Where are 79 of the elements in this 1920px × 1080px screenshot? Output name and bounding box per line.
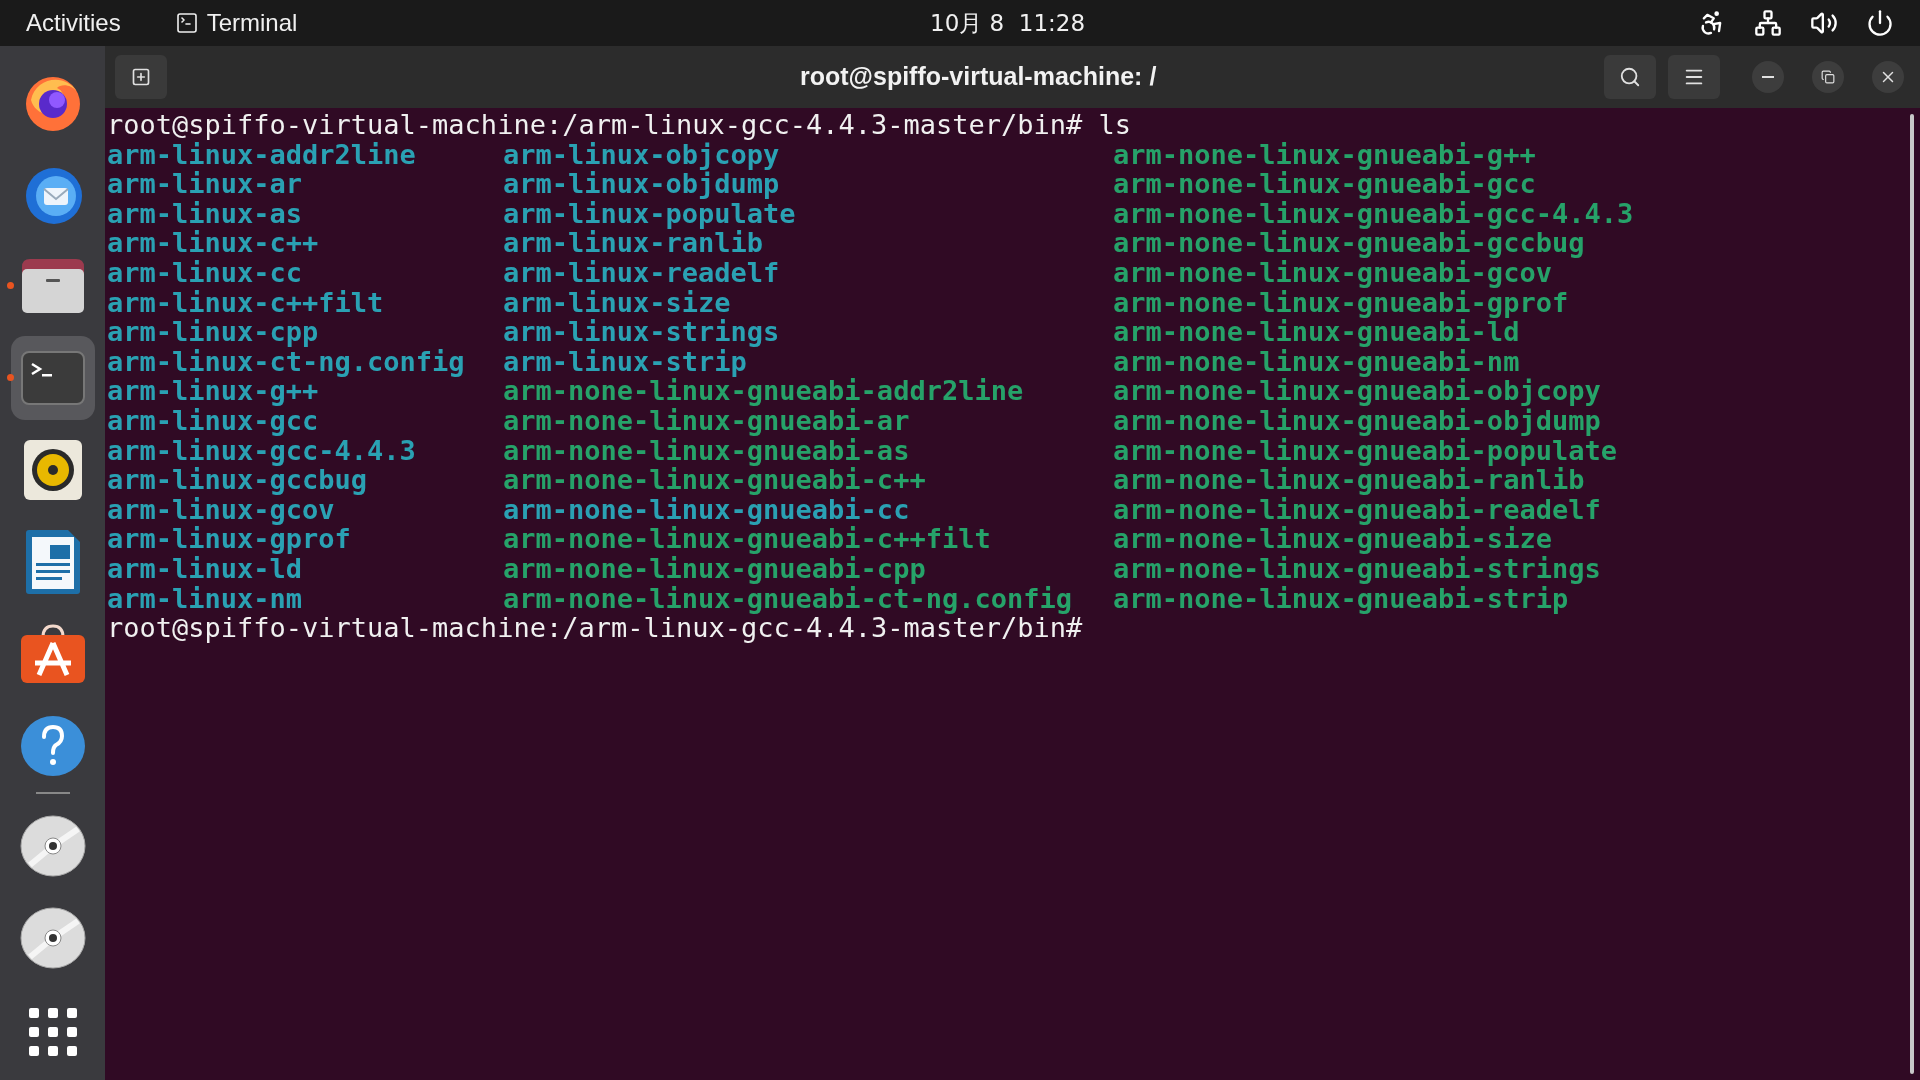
app-grid-icon[interactable] [28, 1008, 77, 1056]
file-name: arm-linux-ld [107, 553, 303, 584]
file-name: arm-none-linux-gnueabi-strings [1113, 553, 1601, 584]
document-icon [23, 529, 82, 595]
file-name: arm-linux-strings [503, 317, 780, 347]
file-name: arm-none-linux-gnueabi-c++ [503, 465, 926, 495]
file-name: arm-none-linux-gnueabi-gcov [1113, 257, 1552, 288]
file-name: arm-none-linux-gnueabi-gccbug [1113, 228, 1585, 258]
file-name: arm-none-linux-gnueabi-c++filt [503, 524, 991, 554]
file-name: arm-linux-c++filt [107, 287, 384, 318]
network-icon[interactable] [1754, 9, 1782, 37]
minimize-button[interactable] [1752, 61, 1784, 93]
file-name: arm-linux-objcopy [503, 139, 780, 170]
clock[interactable]: 10月 8 11:28 [930, 5, 1086, 41]
new-tab-button[interactable] [115, 55, 167, 99]
file-name: arm-linux-cc [107, 257, 303, 288]
command: ls [1098, 110, 1132, 140]
running-indicator [6, 282, 14, 289]
file-name: arm-linux-ct-ng.config [107, 346, 465, 377]
file-name: arm-linux-gcc-4.4.3 [107, 435, 416, 466]
file-name: arm-none-linux-gnueabi-strip [1113, 583, 1569, 614]
speaker-icon [22, 439, 83, 501]
folder-icon [19, 257, 86, 315]
file-name: arm-linux-readelf [503, 257, 780, 288]
menu-button[interactable] [1668, 55, 1720, 99]
file-name: arm-none-linux-gnueabi-ct-ng.config [503, 583, 1072, 614]
restore-button[interactable] [1812, 61, 1844, 93]
file-name: arm-linux-gcov [107, 494, 335, 525]
file-name: arm-none-linux-gnueabi-size [1113, 524, 1552, 554]
power-icon[interactable] [1866, 9, 1894, 37]
file-name: arm-linux-ranlib [503, 228, 764, 258]
file-name: arm-none-linux-gnueabi-gcc [1113, 169, 1536, 199]
file-name: arm-none-linux-gnueabi-nm [1113, 346, 1520, 377]
disc-icon [19, 907, 86, 969]
scroll-bar[interactable] [1910, 114, 1914, 1074]
disc-icon [19, 815, 86, 877]
file-name: arm-none-linux-gnueabi-readelf [1113, 494, 1601, 525]
file-name: arm-linux-objdump [503, 169, 780, 199]
file-name: arm-none-linux-gnueabi-ranlib [1113, 465, 1585, 495]
file-name: arm-linux-c++ [107, 228, 319, 258]
minimize-icon [1762, 76, 1774, 78]
file-name: arm-none-linux-gnueabi-as [503, 435, 910, 466]
file-name: arm-linux-populate [503, 198, 796, 229]
running-indicator [6, 374, 14, 381]
file-name: arm-linux-gprof [107, 524, 351, 554]
file-name: arm-linux-strip [503, 346, 747, 377]
file-name: arm-none-linux-gnueabi-cc [503, 494, 910, 525]
terminal-icon [174, 11, 199, 35]
file-name: arm-linux-cpp [107, 317, 319, 347]
file-name: arm-linux-gccbug [107, 465, 368, 495]
file-name: arm-none-linux-gnueabi-gcc-4.4.3 [1113, 198, 1634, 229]
file-name: arm-none-linux-gnueabi-ar [503, 405, 910, 436]
file-name: arm-none-linux-gnueabi-g++ [1113, 139, 1536, 170]
activities-button[interactable]: Activities [26, 5, 121, 41]
file-name: arm-linux-size [503, 287, 731, 318]
file-name: arm-none-linux-gnueabi-cpp [503, 553, 926, 584]
file-name: arm-linux-addr2line [107, 139, 416, 170]
file-name: arm-none-linux-gnueabi-addr2line [503, 376, 1024, 406]
file-name: arm-none-linux-gnueabi-ld [1113, 317, 1520, 347]
file-name: arm-none-linux-gnueabi-populate [1113, 435, 1617, 466]
prompt: root@spiffo-virtual-machine:/arm-linux-gcc-4.4.3-master/bin# [107, 110, 1083, 140]
close-button[interactable] [1872, 61, 1904, 93]
shopping-bag-icon [18, 623, 87, 685]
file-name: arm-linux-ar [107, 169, 303, 199]
terminal-icon [19, 350, 86, 406]
file-name: arm-none-linux-gnueabi-gprof [1113, 287, 1569, 318]
file-name: arm-linux-gcc [107, 405, 319, 436]
help-icon [19, 715, 86, 777]
app-menu[interactable]: Terminal [174, 5, 298, 41]
file-name: arm-none-linux-gnueabi-objcopy [1113, 376, 1601, 406]
file-name: arm-none-linux-gnueabi-objdump [1113, 405, 1601, 436]
new-tab-icon [131, 67, 151, 87]
file-name: arm-linux-as [107, 198, 303, 229]
search-button[interactable] [1604, 55, 1656, 99]
search-icon [1619, 66, 1641, 88]
file-name: arm-linux-g++ [107, 376, 319, 406]
file-name: arm-linux-nm [107, 583, 303, 614]
window-title: root@spiffo-virtual-machine: / [800, 61, 1157, 93]
restore-icon [1821, 70, 1835, 84]
